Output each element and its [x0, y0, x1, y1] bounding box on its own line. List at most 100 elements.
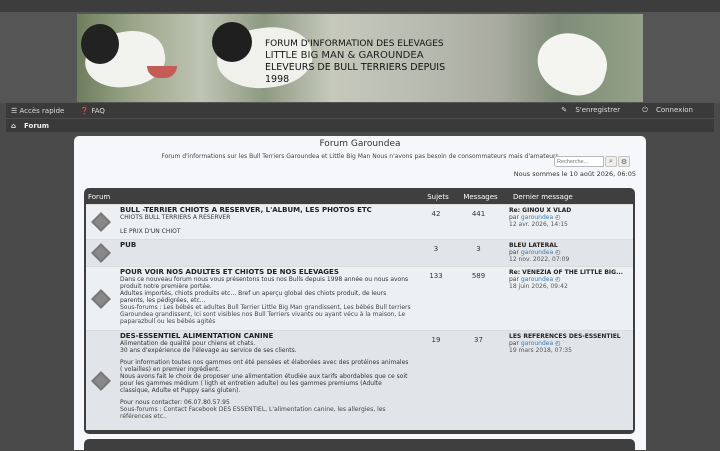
topics-count: 133: [429, 272, 443, 280]
topics-count: 19: [431, 336, 441, 344]
dog-patch: [81, 24, 119, 64]
last-post-title[interactable]: BLEU LATERAL: [509, 242, 624, 249]
banner-image[interactable]: FORUM D'INFORMATION DES ELEVAGES LITTLE …: [77, 14, 643, 102]
col-posts: Messages: [463, 193, 498, 201]
banner-line-1: FORUM D'INFORMATION DES ELEVAGES: [265, 39, 444, 49]
forum-desc-5: Pour nous contacter: 06.07.80.57.95: [120, 399, 230, 406]
register-link[interactable]: ✎ S'enregistrer: [561, 106, 628, 115]
breadcrumb[interactable]: ⌂ Forum: [6, 118, 714, 133]
last-post-title[interactable]: Re: VENEZIA OF THE LITTLE BIG...: [509, 269, 624, 276]
forum-title[interactable]: DES-ESSENTIEL ALIMENTATION CANINE: [120, 333, 412, 340]
dog-image-3: [530, 25, 614, 102]
banner-text: FORUM D'INFORMATION DES ELEVAGES LITTLE …: [265, 38, 465, 86]
banner-line-3: ELEVEURS DE BULL TERRIERS DEPUIS 1998: [265, 62, 446, 85]
last-post: BLEU LATERAL par garoundea ◴ 12 nov. 202…: [501, 240, 632, 266]
last-post-by: par: [509, 249, 519, 256]
posts-count: 37: [474, 336, 483, 344]
forum-desc-4: Nous avons fait le choix de proposer une…: [120, 373, 408, 394]
col-last-post: Dernier message: [513, 193, 573, 201]
last-post-date: 12 avr. 2026, 14:15: [509, 221, 568, 228]
last-post-user[interactable]: garoundea: [521, 340, 553, 347]
nav-links: ☰ Accès rapide ❓ FAQ ✎ S'enregistrer ⏻ C…: [6, 103, 714, 118]
search-button[interactable]: ⌕: [605, 156, 617, 167]
gear-icon: ⚙: [620, 157, 628, 166]
dog-patch-2: [212, 22, 252, 62]
site-title: Forum Garoundea: [319, 139, 401, 149]
forum-info: POUR VOIR NOS ADULTES ET CHIOTS DE NOS E…: [116, 267, 416, 330]
quick-access-link[interactable]: ☰ Accès rapide: [11, 107, 72, 115]
last-post: LES REFERENCES DES-ESSENTIEL par garound…: [501, 331, 632, 430]
login-label: Connexion: [655, 106, 693, 114]
view-latest-icon[interactable]: ◴: [555, 214, 560, 221]
forum-desc-3: Pour information toutes nos gammes ont é…: [120, 359, 409, 373]
forum-read-icon: [86, 331, 116, 430]
current-date: Nous sommes le 10 août 2026, 06:05: [513, 170, 636, 178]
search-input[interactable]: [554, 156, 604, 167]
forum-title[interactable]: BULL -TERRIER CHIOTS A RESERVER, L'ALBUM…: [120, 207, 412, 214]
forum-title[interactable]: PUB: [120, 242, 412, 249]
col-forum: Forum: [88, 193, 111, 201]
last-post-title[interactable]: LES REFERENCES DES-ESSENTIEL: [509, 333, 624, 340]
view-latest-icon[interactable]: ◴: [555, 249, 560, 256]
subforums-list[interactable]: Sous-forums : Les bébés et adultes Bull …: [120, 304, 412, 325]
forum-list-header: Forum Sujets Messages Dernier message: [86, 190, 633, 204]
forum-info: PUB: [116, 240, 416, 266]
forum-row: DES-ESSENTIEL ALIMENTATION CANINE Alimen…: [86, 330, 633, 430]
forum-row: POUR VOIR NOS ADULTES ET CHIOTS DE NOS E…: [86, 266, 633, 330]
last-post-date: 18 juin 2026, 09:42: [509, 283, 568, 290]
last-post-user[interactable]: garoundea: [521, 214, 553, 221]
login-link[interactable]: ⏻ Connexion: [642, 106, 701, 115]
site-banner: FORUM D'INFORMATION DES ELEVAGES LITTLE …: [0, 12, 720, 103]
forum-desc-2: LE PRIX D'UN CHIOT: [120, 228, 181, 235]
forum-row: BULL -TERRIER CHIOTS A RESERVER, L'ALBUM…: [86, 204, 633, 239]
last-post-by: par: [509, 340, 519, 347]
last-post-date: 12 nov. 2022, 07:09: [509, 256, 570, 263]
advanced-search-button[interactable]: ⚙: [618, 156, 630, 167]
navbar: ☰ Accès rapide ❓ FAQ ✎ S'enregistrer ⏻ C…: [6, 102, 714, 132]
forum-info: DES-ESSENTIEL ALIMENTATION CANINE Alimen…: [116, 331, 416, 430]
forum-read-icon: [86, 267, 116, 330]
view-latest-icon[interactable]: ◴: [555, 276, 560, 283]
posts-count: 3: [476, 245, 481, 253]
next-category-header: [84, 439, 635, 451]
top-bar: [0, 0, 720, 12]
last-post-by: par: [509, 214, 519, 221]
register-label: S'enregistrer: [575, 106, 621, 114]
last-post: Re: GINOU X VLAD par garoundea ◴ 12 avr.…: [501, 205, 632, 239]
faq-link[interactable]: ❓ FAQ: [80, 107, 113, 115]
topics-count: 42: [431, 210, 441, 218]
forum-list: Forum Sujets Messages Dernier message BU…: [84, 188, 635, 434]
banner-line-2: LITTLE BIG MAN & GAROUNDEA: [265, 50, 424, 61]
last-post-by: par: [509, 276, 519, 283]
page-body: Forum Garoundea Forum d'informations sur…: [74, 136, 646, 451]
posts-count: 441: [471, 210, 486, 218]
forum-desc: Alimentation de qualité pour chiens et c…: [120, 340, 256, 347]
posts-count: 589: [471, 272, 486, 280]
forum-desc-2: 30 ans d'expérience de l'élevage au serv…: [120, 347, 297, 354]
view-latest-icon[interactable]: ◴: [555, 340, 560, 347]
last-post-user[interactable]: garoundea: [521, 276, 553, 283]
quick-access-label: Accès rapide: [19, 106, 65, 115]
home-icon: ⌂: [11, 122, 17, 130]
subforums-list[interactable]: Sous-forums : Contact Facebook DES ESSEN…: [120, 406, 412, 420]
topics-count: 3: [433, 245, 439, 253]
forum-title[interactable]: POUR VOIR NOS ADULTES ET CHIOTS DE NOS E…: [120, 269, 412, 276]
forum-desc: CHIOTS BULL TERRIERS A RESERVER: [120, 214, 231, 221]
last-post-date: 19 mars 2018, 07:35: [509, 347, 572, 354]
forum-row: PUB 3 3 BLEU LATERAL par garoundea ◴ 12 …: [86, 239, 633, 266]
last-post-title[interactable]: Re: GINOU X VLAD: [509, 207, 624, 214]
forum-read-icon: [86, 240, 116, 266]
forum-rows: BULL -TERRIER CHIOTS A RESERVER, L'ALBUM…: [86, 204, 633, 430]
last-post-user[interactable]: garoundea: [521, 249, 553, 256]
last-post: Re: VENEZIA OF THE LITTLE BIG... par gar…: [501, 267, 632, 330]
user-links: ✎ S'enregistrer ⏻ Connexion: [555, 106, 709, 115]
breadcrumb-forum[interactable]: Forum: [24, 122, 49, 130]
col-topics: Sujets: [427, 193, 449, 201]
search-box: ⌕ ⚙: [554, 156, 630, 167]
forum-info: BULL -TERRIER CHIOTS A RESERVER, L'ALBUM…: [116, 205, 416, 239]
forum-desc: Dans ce nouveau forum nous vous présento…: [120, 276, 409, 290]
forum-read-icon: [86, 205, 116, 239]
search-icon: ⌕: [609, 157, 613, 165]
faq-label: FAQ: [91, 106, 105, 115]
forum-desc-2: Adultes importés, chiots produits etc...…: [120, 290, 387, 304]
